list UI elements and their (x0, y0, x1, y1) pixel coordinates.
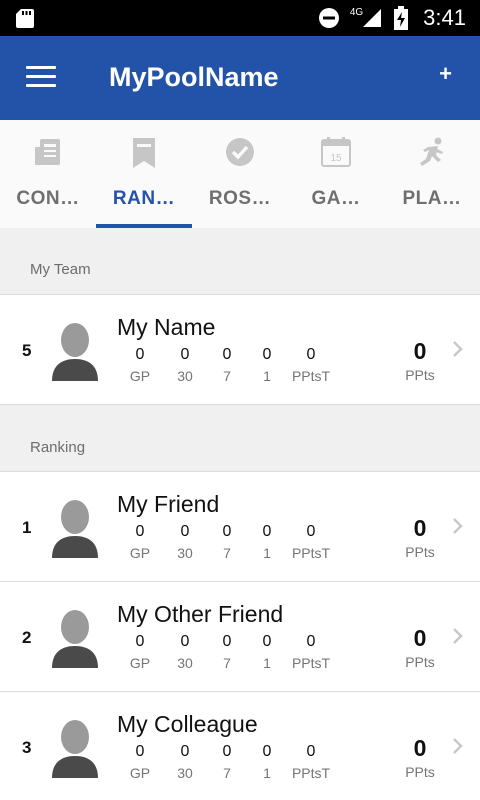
stat-1: 01 (262, 523, 272, 561)
tab-label: RAN… (112, 188, 176, 209)
stat-7: 07 (222, 523, 232, 561)
stat-pptst: 0 PPtsT (291, 346, 331, 384)
tab-label: GA… (311, 188, 361, 209)
signal-icon (363, 9, 382, 27)
points-value: 0 (413, 735, 427, 761)
calendar-day: 15 (330, 153, 342, 164)
stat-gp: 0 GP (129, 743, 151, 781)
tab-roster[interactable]: ROS… (192, 120, 288, 228)
stat-30: 0 30 (177, 523, 193, 561)
section-title: My Team (30, 261, 91, 278)
status-bar: 4G 3:41 (0, 0, 480, 36)
stat-1: 01 (262, 633, 272, 671)
player-name: My Other Friend (117, 601, 284, 627)
chevron-right-icon (453, 341, 463, 357)
clock: 3:41 (423, 5, 466, 30)
tab-label: ROS… (208, 188, 272, 209)
stat-30: 0 30 (177, 633, 193, 671)
runner-icon (420, 137, 443, 166)
menu-icon[interactable] (26, 66, 56, 88)
stat-7: 07 (222, 743, 232, 781)
tab-bar: CON… RAN… ROS… 15 GA… PLA… (0, 120, 480, 228)
points-value: 0 (413, 625, 427, 651)
check-circle-icon (226, 138, 254, 166)
tab-label: CON… (16, 188, 80, 209)
rank-number: 1 (22, 518, 32, 537)
points-label: PPts (405, 764, 435, 780)
ranking-header: Ranking (0, 404, 480, 471)
points-label: PPts (405, 367, 435, 383)
player-name: My Name (117, 314, 216, 340)
do-not-disturb-icon (318, 8, 339, 28)
chevron-right-icon (453, 738, 463, 754)
ranking-row[interactable]: 2 My Other Friend 0 GP 0 30 07 01 0 PPtsT 0… (0, 581, 480, 691)
points-value: 0 (413, 338, 427, 364)
player-name: My Colleague (117, 711, 258, 737)
stat-pptst: 0 PPtsT (291, 743, 331, 781)
app-bar: MyPoolName + (0, 36, 480, 120)
stat-pptst: 0 PPtsT (291, 523, 331, 561)
my-team-header: My Team (0, 228, 480, 295)
avatar-icon (52, 500, 98, 558)
tab-ranking[interactable]: RAN… (96, 120, 192, 228)
tab-contest[interactable]: CON… (0, 120, 96, 228)
newspaper-icon (35, 139, 60, 165)
stat-30: 0 30 (177, 743, 193, 781)
stat-pptst: 0 PPtsT (291, 633, 331, 671)
stat-gp: 0 GP (129, 633, 151, 671)
rank-number: 3 (22, 738, 32, 757)
player-name: My Friend (117, 491, 220, 517)
avatar-icon (52, 720, 98, 778)
avatar-icon (52, 323, 98, 381)
points-label: PPts (405, 544, 435, 560)
player-points: 0 PPts (390, 514, 450, 560)
player-points: 0 PPts (390, 337, 450, 383)
section-title: Ranking (30, 439, 86, 456)
add-button[interactable]: + (439, 63, 452, 85)
avatar-icon (52, 610, 98, 668)
tab-games[interactable]: 15 GA… (288, 120, 384, 228)
points-label: PPts (405, 654, 435, 670)
stat-gp: 0 GP (129, 523, 151, 561)
tab-label: PLA… (402, 188, 462, 209)
ranking-row[interactable]: 3 My Colleague 0 GP 0 30 07 01 0 PPtsT 0 PP… (0, 691, 480, 800)
ranking-row[interactable]: 1 My Friend 0 GP 0 30 07 01 0 PPtsT 0 PPts (0, 471, 480, 581)
network-type-label: 4G (349, 6, 364, 18)
stat-gp: 0 GP (129, 346, 151, 384)
chevron-right-icon (453, 518, 463, 534)
stat-1: 01 (262, 346, 272, 384)
rank-number: 2 (22, 628, 32, 647)
player-points: 0 PPts (390, 624, 450, 670)
tab-players[interactable]: PLA… (384, 120, 480, 228)
battery-charging-icon (394, 6, 409, 30)
my-team-row[interactable]: 5 My Name 0 GP 0 30 07 01 0 PPtsT 0 PPts (0, 294, 480, 404)
stat-7: 07 (222, 633, 232, 671)
player-points: 0 PPts (390, 734, 450, 780)
calendar-icon: 15 (321, 137, 351, 167)
rank-number: 5 (22, 341, 32, 360)
stat-1: 01 (262, 743, 272, 781)
chevron-right-icon (453, 628, 463, 644)
points-value: 0 (413, 515, 427, 541)
app-title: MyPoolName (109, 62, 279, 92)
stat-7: 07 (222, 346, 232, 384)
sd-card-icon (16, 9, 34, 28)
bookmark-icon (133, 138, 155, 168)
stat-30: 0 30 (177, 346, 193, 384)
